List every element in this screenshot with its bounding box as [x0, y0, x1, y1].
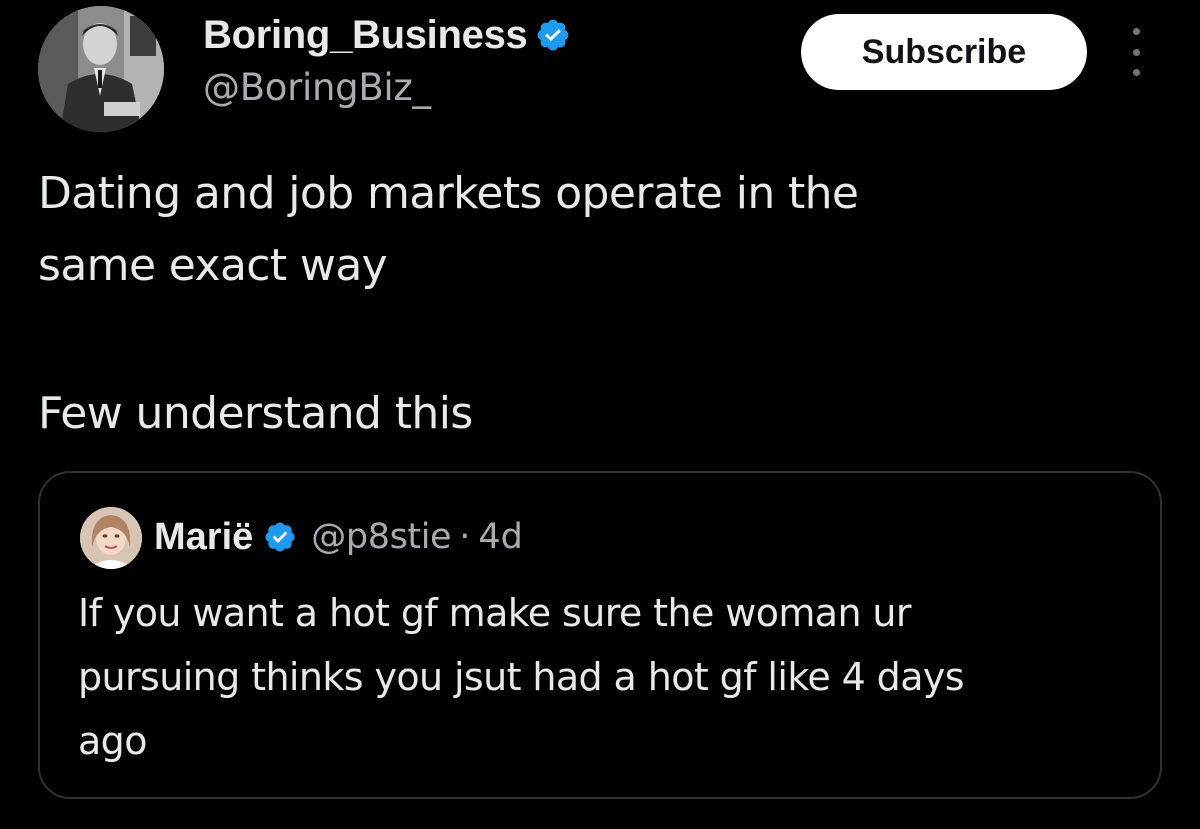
- tweet: Boring_Business @BoringBiz_ Subscribe Da…: [0, 0, 1200, 829]
- quoted-tweet-card[interactable]: Marië @p8stie · 4d If you want a hot gf …: [38, 471, 1162, 799]
- quoted-tweet-text-line: If you want a hot gf make sure the woman…: [78, 591, 912, 635]
- quoted-tweet-text-line: ago: [78, 719, 147, 763]
- verified-badge-icon: [263, 520, 297, 554]
- more-dot: [1132, 48, 1140, 56]
- quoted-tweet-age[interactable]: 4d: [478, 517, 523, 557]
- more-dot: [1132, 69, 1140, 76]
- quoted-author-avatar[interactable]: [80, 507, 142, 569]
- author-handle[interactable]: @BoringBiz_: [203, 66, 431, 109]
- tweet-text-line: Few understand this: [38, 388, 473, 439]
- author-name-row: Boring_Business: [203, 10, 571, 60]
- author-avatar[interactable]: [38, 6, 164, 132]
- subscribe-button[interactable]: Subscribe: [801, 14, 1087, 90]
- quoted-tweet-header: Marië @p8stie · 4d: [154, 509, 523, 565]
- separator-dot: ·: [459, 517, 471, 557]
- quoted-tweet-text-line: pursuing thinks you jsut had a hot gf li…: [78, 655, 965, 699]
- tweet-text-line: same exact way: [38, 240, 388, 291]
- verified-badge-icon: [535, 17, 571, 53]
- quoted-author-display-name[interactable]: Marië: [154, 516, 253, 559]
- quoted-author-handle[interactable]: @p8stie: [311, 517, 451, 557]
- more-vertical-icon[interactable]: [1122, 28, 1150, 76]
- more-dot: [1132, 28, 1140, 35]
- author-display-name[interactable]: Boring_Business: [203, 13, 528, 58]
- quoted-tweet-text: If you want a hot gf make sure the woman…: [78, 581, 1138, 773]
- tweet-text-line: Dating and job markets operate in the: [38, 168, 859, 219]
- tweet-text: Dating and job markets operate in the sa…: [38, 158, 1138, 302]
